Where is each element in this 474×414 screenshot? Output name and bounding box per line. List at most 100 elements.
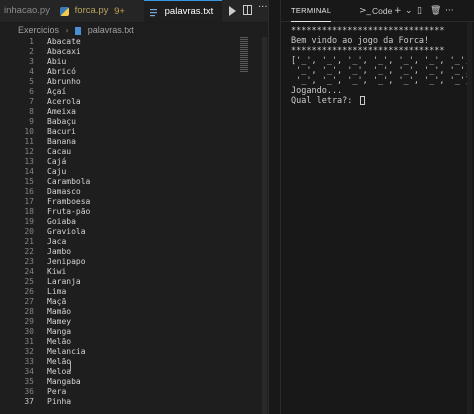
tab-terminal[interactable]: TERMINAL [291, 0, 332, 22]
line-number: 9 [29, 117, 34, 126]
more-icon[interactable]: ··· [445, 6, 454, 16]
code-line[interactable]: 36 Pera [0, 387, 230, 397]
line-number: 32 [24, 347, 34, 356]
code-line[interactable]: 31 Melão [0, 337, 230, 347]
plus-icon[interactable]: + [394, 6, 402, 16]
code-line[interactable]: 28 Mamão [0, 307, 230, 317]
code-line[interactable]: 25 Laranja [0, 277, 230, 287]
code-line[interactable]: 5 Abrunho [0, 77, 230, 87]
code-line[interactable]: 18 Fruta-pão [0, 207, 230, 217]
line-number: 25 [24, 277, 34, 286]
line-number: 34 [24, 367, 34, 376]
line-text: Abricó [47, 67, 76, 76]
code-line[interactable]: 1 Abacate [0, 37, 230, 47]
code-line[interactable]: 8 Ameixa [0, 107, 230, 117]
code-line[interactable]: 12 Cacau [0, 147, 230, 157]
line-text: Abiu [47, 57, 67, 66]
terminal-output[interactable]: ****************************** Bem vindo … [291, 26, 471, 106]
code-line[interactable]: 34 Meloa [0, 367, 230, 377]
code-line[interactable]: 24 Kiwi [0, 267, 230, 277]
tab-label: palavras.txt [164, 6, 214, 17]
code-line[interactable]: 21 Jaca [0, 237, 230, 247]
split-editor-icon[interactable] [243, 5, 252, 15]
editor-tab-bar: inhacao.py forca.py 9+ palavras.txt ··· [0, 0, 268, 23]
code-line[interactable]: 13 Cajá [0, 157, 230, 167]
terminal-line-text: ****************************** [291, 46, 445, 56]
breadcrumb-file[interactable]: palavras.txt [88, 25, 134, 35]
code-line[interactable]: 22 Jambo [0, 247, 230, 257]
minimap[interactable] [240, 37, 250, 77]
line-text: Ameixa [47, 107, 76, 116]
line-text: Melancia [47, 347, 86, 356]
code-area[interactable]: 1 Abacate 2 Abacaxi 3 Abiu 4 Abricó 5 Abrunho 6 Aça… [0, 37, 230, 414]
line-number: 35 [24, 377, 34, 386]
line-text: Lima [47, 287, 67, 296]
terminal-line: Qual letra?: [291, 96, 471, 106]
tab-label: forca.py [74, 5, 109, 16]
code-line[interactable]: 6 Açaí [0, 87, 230, 97]
split-terminal-icon[interactable]: ▯ [417, 6, 422, 16]
code-line[interactable]: 26 Lima [0, 287, 230, 297]
line-text: Mamey [47, 317, 72, 326]
text-file-icon [150, 8, 157, 16]
code-line[interactable]: 27 Maçã [0, 297, 230, 307]
pane-divider[interactable] [268, 0, 281, 414]
terminal-line: ****************************** [291, 26, 471, 36]
code-line[interactable]: 37 Pinha [0, 397, 230, 407]
terminal-line-text: ****************************** [291, 26, 445, 36]
code-line[interactable]: 32 Melancia [0, 347, 230, 357]
trash-icon[interactable]: 🗑 [430, 6, 441, 16]
line-text: Mangaba [47, 377, 81, 386]
terminal-scrollbar[interactable] [467, 22, 472, 414]
editor-scrollbar[interactable] [262, 37, 267, 414]
tab-palavras-txt[interactable]: palavras.txt [144, 0, 222, 22]
breadcrumb-folder[interactable]: Exercicios [18, 25, 59, 35]
code-line[interactable]: 30 Manga [0, 327, 230, 337]
line-number: 12 [24, 147, 34, 156]
line-text: Laranja [47, 277, 81, 286]
run-icon[interactable] [229, 6, 236, 16]
shell-name[interactable]: Code [372, 5, 392, 17]
line-text: Manga [47, 327, 72, 336]
code-line[interactable]: 15 Carambola [0, 177, 230, 187]
terminal-line-text: '_', '_', '_', '_', '_', '_', '_'] [291, 76, 471, 86]
line-number: 26 [24, 287, 34, 296]
chevron-down-icon[interactable]: ⌄ [405, 6, 413, 16]
line-number: 6 [29, 87, 34, 96]
line-number: 30 [24, 327, 34, 336]
line-number: 28 [24, 307, 34, 316]
code-line[interactable]: 20 Graviola [0, 227, 230, 237]
code-line[interactable]: 7 Acerola [0, 97, 230, 107]
line-number: 23 [24, 257, 34, 266]
code-line[interactable]: 23 Jenipapo [0, 257, 230, 267]
code-line[interactable]: 3 Abiu [0, 57, 230, 67]
code-line[interactable]: 9 Babaçu [0, 117, 230, 127]
problems-badge: 9+ [114, 5, 125, 17]
line-number: 16 [24, 187, 34, 196]
line-number: 11 [24, 137, 34, 146]
code-line[interactable]: 16 Damasco [0, 187, 230, 197]
code-line[interactable]: 10 Bacuri [0, 127, 230, 137]
code-line[interactable]: 35 Mangaba [0, 377, 230, 387]
terminal-header: TERMINAL >_ Code + ⌄ ▯ 🗑 ··· [281, 0, 474, 22]
line-text: Jenipapo [47, 257, 86, 266]
code-line[interactable]: 17 Framboesa [0, 197, 230, 207]
more-actions-icon[interactable]: ··· [258, 2, 268, 13]
code-line[interactable]: 29 Mamey [0, 317, 230, 327]
line-text: Melão [47, 337, 72, 346]
code-line[interactable]: 33 Melão [0, 357, 230, 367]
terminal-line: Bem vindo ao jogo da Forca! [291, 36, 471, 46]
line-text: Bacuri [47, 127, 76, 136]
code-line[interactable]: 11 Banana [0, 137, 230, 147]
text-cursor [70, 361, 71, 371]
code-line[interactable]: 14 Caju [0, 167, 230, 177]
code-line[interactable]: 2 Abacaxi [0, 47, 230, 57]
code-line[interactable]: 19 Goiaba [0, 217, 230, 227]
tab-inhacao-py[interactable]: inhacao.py [0, 0, 52, 22]
line-text: Goiaba [47, 217, 76, 226]
code-line[interactable]: 4 Abricó [0, 67, 230, 77]
line-text: Açaí [47, 87, 67, 96]
chevron-right-icon: › [65, 26, 69, 35]
line-number: 27 [24, 297, 34, 306]
tab-forca-py[interactable]: forca.py 9+ [54, 0, 138, 22]
